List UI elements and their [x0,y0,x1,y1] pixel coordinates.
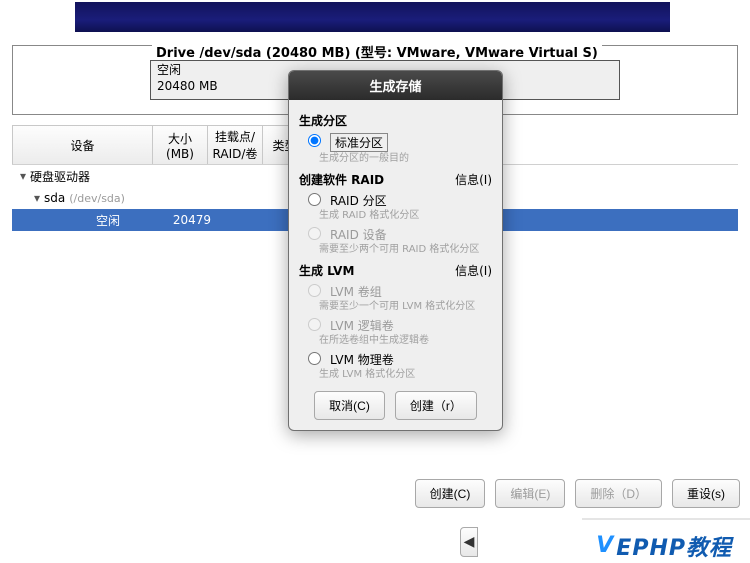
tree-root-label: 硬盘驱动器 [30,168,90,185]
label-lvm-vg: LVM 卷组 [330,283,382,300]
option-raid-partition[interactable]: RAID 分区 [303,192,492,209]
section-lvm: 生成 LVM 信息(I) [299,262,492,279]
delete-button: 删除（D） [575,479,662,508]
radio-lvm-lv [308,318,321,331]
dialog-buttons: 取消(C) 创建（r） [299,391,492,420]
option-lvm-vg: LVM 卷组 [303,283,492,300]
dialog-body: 生成分区 标准分区 生成分区的一般目的 创建软件 RAID 信息(I) RAID… [289,100,502,430]
option-lvm-lv: LVM 逻辑卷 [303,317,492,334]
lvm-info-link[interactable]: 信息(I) [455,262,492,279]
app-root: Drive /dev/sda (20480 MB) (型号: VMware, V… [0,0,750,563]
radio-lvm-vg [308,284,321,297]
bottom-toolbar: 创建(C) 编辑(E) 删除（D） 重设(s) [0,479,750,508]
create-button[interactable]: 创建(C) [415,479,486,508]
section-raid: 创建软件 RAID 信息(I) [299,171,492,188]
tree-free-label: 空闲 [96,212,120,229]
tree-free-size: 20479 [164,213,219,227]
dialog-title: 生成存储 [289,71,502,100]
hint-standard: 生成分区的一般目的 [319,152,492,165]
radio-raid-partition[interactable] [308,193,321,206]
hint-raid-partition: 生成 RAID 格式化分区 [319,209,492,222]
raid-info-link[interactable]: 信息(I) [455,171,492,188]
create-storage-dialog: 生成存储 生成分区 标准分区 生成分区的一般目的 创建软件 RAID 信息(I)… [288,70,503,431]
radio-raid-device [308,227,321,240]
label-lvm-pv: LVM 物理卷 [330,351,394,368]
label-standard-partition: 标准分区 [330,133,388,152]
dialog-cancel-button[interactable]: 取消(C) [314,391,385,420]
label-raid-device: RAID 设备 [330,226,387,243]
option-standard-partition[interactable]: 标准分区 [303,133,492,152]
section-partition: 生成分区 [299,112,492,129]
header-mount[interactable]: 挂载点/ RAID/卷 [207,125,262,164]
watermark-rest: EPHP教程 [616,530,732,562]
dialog-create-button[interactable]: 创建（r） [395,391,477,420]
header-size[interactable]: 大小 (MB) [152,125,207,164]
tree-disk-label: sda [44,191,65,205]
tree-disk-path: (/dev/sda) [69,192,125,205]
hint-lvm-vg: 需要至少一个可用 LVM 格式化分区 [319,300,492,313]
expander-icon[interactable]: ▾ [32,191,42,205]
watermark-v: V [596,533,614,558]
option-lvm-pv[interactable]: LVM 物理卷 [303,351,492,368]
drive-title: Drive /dev/sda (20480 MB) (型号: VMware, V… [152,42,602,61]
back-button[interactable]: ◀ [460,527,478,557]
top-banner [75,2,670,32]
label-lvm-lv: LVM 逻辑卷 [330,317,394,334]
expander-icon[interactable]: ▾ [18,169,28,183]
hint-lvm-pv: 生成 LVM 格式化分区 [319,368,492,381]
radio-standard-partition[interactable] [308,134,321,147]
watermark: VEPHP教程 [582,518,750,563]
radio-lvm-pv[interactable] [308,352,321,365]
reset-button[interactable]: 重设(s) [672,479,740,508]
edit-button: 编辑(E) [495,479,565,508]
header-device[interactable]: 设备 [12,125,152,164]
hint-lvm-lv: 在所选卷组中生成逻辑卷 [319,334,492,347]
label-raid-partition: RAID 分区 [330,192,387,209]
hint-raid-device: 需要至少两个可用 RAID 格式化分区 [319,243,492,256]
option-raid-device: RAID 设备 [303,226,492,243]
